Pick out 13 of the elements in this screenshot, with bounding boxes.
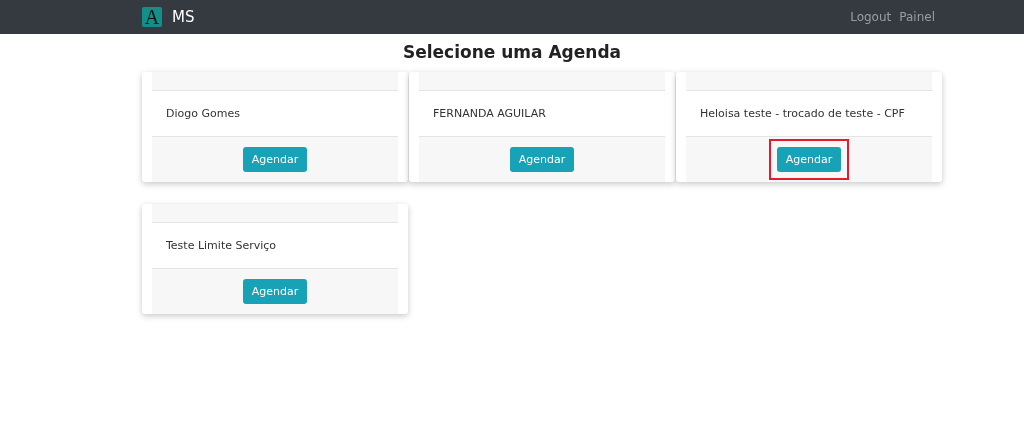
nav-link[interactable]: Logout [850,10,892,24]
page-title: Selecione uma Agenda [401,41,623,64]
schedule-button[interactable]: Agendar [242,279,308,304]
schedule-button[interactable]: Agendar [509,147,575,172]
brand-link[interactable]: MS [172,8,195,26]
agenda-name: Teste Limite Serviço [166,239,277,252]
agenda-name: FERNANDA AGUILAR [433,107,546,120]
schedule-button[interactable]: Agendar [776,147,842,172]
nav-link[interactable]: Painel [899,10,935,24]
logo-icon[interactable]: A [142,7,162,27]
schedule-button[interactable]: Agendar [242,147,308,172]
agenda-name: Heloisa teste - trocado de teste - CPF [700,107,905,120]
agenda-name: Diogo Gomes [166,107,240,120]
